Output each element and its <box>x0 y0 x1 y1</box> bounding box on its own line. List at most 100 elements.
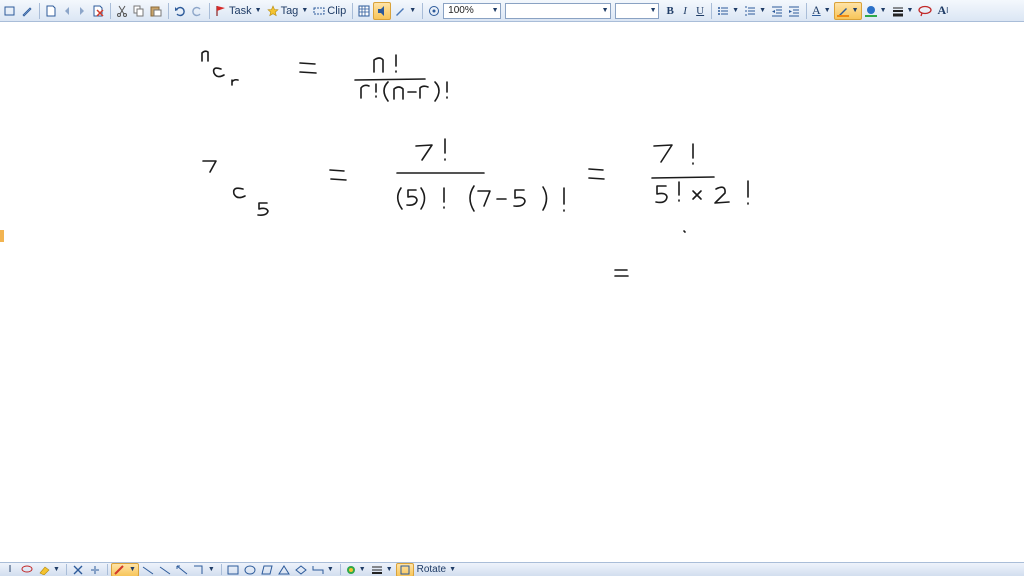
text-size-small-icon: I <box>946 6 949 15</box>
insert-space-icon[interactable] <box>87 564 103 576</box>
pen-icon[interactable] <box>19 2 35 20</box>
rotate-icon[interactable] <box>395 563 414 576</box>
bullet-list-button[interactable]: ▼ <box>715 2 741 20</box>
rectangle-tool-icon[interactable] <box>225 564 241 576</box>
font-color-label: A <box>812 3 821 17</box>
font-select[interactable]: ▼ <box>505 2 612 19</box>
elbow-tool-icon[interactable]: ▼ <box>310 564 336 576</box>
numbered-list-icon <box>745 6 756 15</box>
line-tool-icon[interactable] <box>140 564 156 576</box>
fill-color-button[interactable]: ▼ <box>863 2 889 20</box>
redo-icon[interactable] <box>189 2 205 20</box>
chevron-down-icon[interactable]: ▼ <box>648 4 658 18</box>
highlighter-button[interactable]: ▼ <box>833 1 862 20</box>
chevron-down-icon[interactable]: ▼ <box>409 7 416 14</box>
bold-button[interactable]: B <box>663 2 677 20</box>
tag-button[interactable]: Tag ▼ <box>265 2 311 20</box>
lasso-icon[interactable] <box>2 2 18 20</box>
chevron-down-icon[interactable]: ▼ <box>359 566 366 573</box>
lasso-icon[interactable] <box>19 564 35 576</box>
chevron-down-icon[interactable]: ▼ <box>732 7 739 14</box>
copy-icon[interactable] <box>131 2 147 20</box>
delete-ink-icon[interactable] <box>70 564 86 576</box>
new-page-icon[interactable] <box>43 2 59 20</box>
undo-icon[interactable] <box>172 2 188 20</box>
color-wheel-icon[interactable]: ▼ <box>344 564 368 576</box>
eraser-icon[interactable]: ▼ <box>36 564 62 576</box>
flag-icon <box>216 5 225 16</box>
cut-icon[interactable] <box>114 2 130 20</box>
ink-formula-7c5 <box>202 138 749 216</box>
chevron-down-icon[interactable]: ▼ <box>907 7 914 14</box>
separator <box>39 2 40 19</box>
fill-color-icon <box>864 5 877 17</box>
chevron-down-icon[interactable]: ▼ <box>449 566 456 573</box>
numbered-list-button[interactable]: ▼ <box>742 2 768 20</box>
line-weight-icon[interactable]: ▼ <box>369 564 395 576</box>
increase-indent-icon[interactable] <box>786 2 802 20</box>
delete-page-icon[interactable] <box>90 2 106 20</box>
chevron-down-icon[interactable]: ▼ <box>759 7 766 14</box>
ink-canvas[interactable] <box>4 22 1024 562</box>
ellipse-tool-icon[interactable] <box>242 564 258 576</box>
zoom-value: 100% <box>448 5 474 16</box>
task-button[interactable]: Task ▼ <box>213 2 264 20</box>
arrow-tool-icon[interactable] <box>157 564 173 576</box>
ink-formula-ncr <box>201 50 448 102</box>
separator <box>106 564 108 575</box>
select-icon[interactable]: I <box>2 564 18 576</box>
rotate-label: Rotate <box>416 564 447 575</box>
chevron-down-icon[interactable]: ▼ <box>880 7 887 14</box>
diamond-tool-icon[interactable] <box>293 564 309 576</box>
chevron-down-icon[interactable]: ▼ <box>490 4 500 18</box>
ink-formula-equals <box>614 230 686 277</box>
connector-tool-icon[interactable]: ▼ <box>191 564 217 576</box>
forward-icon[interactable] <box>75 2 89 20</box>
line-style-button[interactable]: ▼ <box>890 2 916 20</box>
handwriting-layer <box>201 50 749 277</box>
chevron-down-icon[interactable]: ▼ <box>852 7 859 14</box>
separator <box>711 2 713 19</box>
triangle-tool-icon[interactable] <box>276 564 292 576</box>
pen-tool-icon[interactable]: ▼ <box>110 563 139 576</box>
text-size-button[interactable]: AI <box>935 2 950 20</box>
decrease-indent-icon[interactable] <box>769 2 785 20</box>
chevron-down-icon[interactable]: ▼ <box>255 7 262 14</box>
zoom-icon[interactable] <box>426 2 442 20</box>
separator <box>220 564 222 575</box>
main-toolbar: Task ▼ Tag ▼ Clip ▼ 100% ▼ ▼ ▼ B I U ▼ ▼ <box>0 0 1024 22</box>
pen-settings-button[interactable]: ▼ <box>392 2 418 20</box>
font-size-select[interactable]: ▼ <box>615 2 660 19</box>
chevron-down-icon[interactable]: ▼ <box>208 566 215 573</box>
double-arrow-tool-icon[interactable] <box>174 564 190 576</box>
chevron-down-icon[interactable]: ▼ <box>53 566 60 573</box>
paste-icon[interactable] <box>148 2 164 20</box>
zoom-select[interactable]: 100% ▼ <box>443 2 502 19</box>
separator <box>65 564 67 575</box>
tag-label: Tag <box>280 4 299 17</box>
parallelogram-tool-icon[interactable] <box>259 564 275 576</box>
clip-button[interactable]: Clip <box>311 2 348 20</box>
separator <box>352 2 354 19</box>
separator <box>168 2 169 19</box>
chevron-down-icon[interactable]: ▼ <box>301 7 308 14</box>
pen-settings-icon <box>396 7 405 16</box>
line-style-icon <box>892 7 903 16</box>
chevron-down-icon[interactable]: ▼ <box>386 566 393 573</box>
back-icon[interactable] <box>60 2 74 20</box>
bullet-list-icon <box>718 6 729 15</box>
audio-icon[interactable] <box>373 1 392 20</box>
separator <box>209 2 210 19</box>
chevron-down-icon[interactable]: ▼ <box>327 566 334 573</box>
highlighter-icon <box>836 7 849 17</box>
chevron-down-icon[interactable]: ▼ <box>600 4 610 18</box>
font-color-button[interactable]: A ▼ <box>810 2 833 20</box>
chevron-down-icon[interactable]: ▼ <box>824 7 831 14</box>
rotate-button[interactable]: Rotate ▼ <box>415 564 458 576</box>
underline-button[interactable]: U <box>693 2 707 20</box>
table-icon[interactable] <box>356 2 372 20</box>
separator <box>422 2 424 19</box>
italic-button[interactable]: I <box>678 2 692 20</box>
chevron-down-icon[interactable]: ▼ <box>129 566 136 573</box>
lasso-select-icon[interactable] <box>916 2 934 20</box>
